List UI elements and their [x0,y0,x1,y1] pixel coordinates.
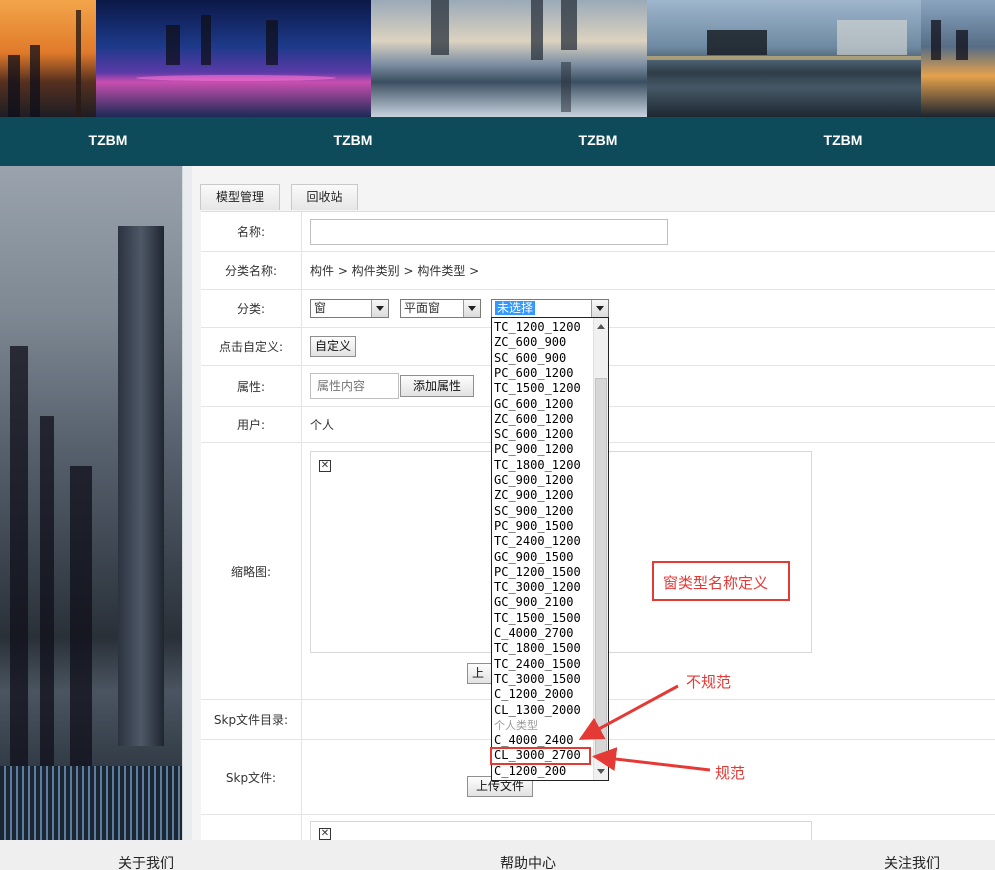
arrow-standard [592,747,711,772]
arrow-nonstandard [578,684,679,740]
annotation-arrows [578,684,711,772]
